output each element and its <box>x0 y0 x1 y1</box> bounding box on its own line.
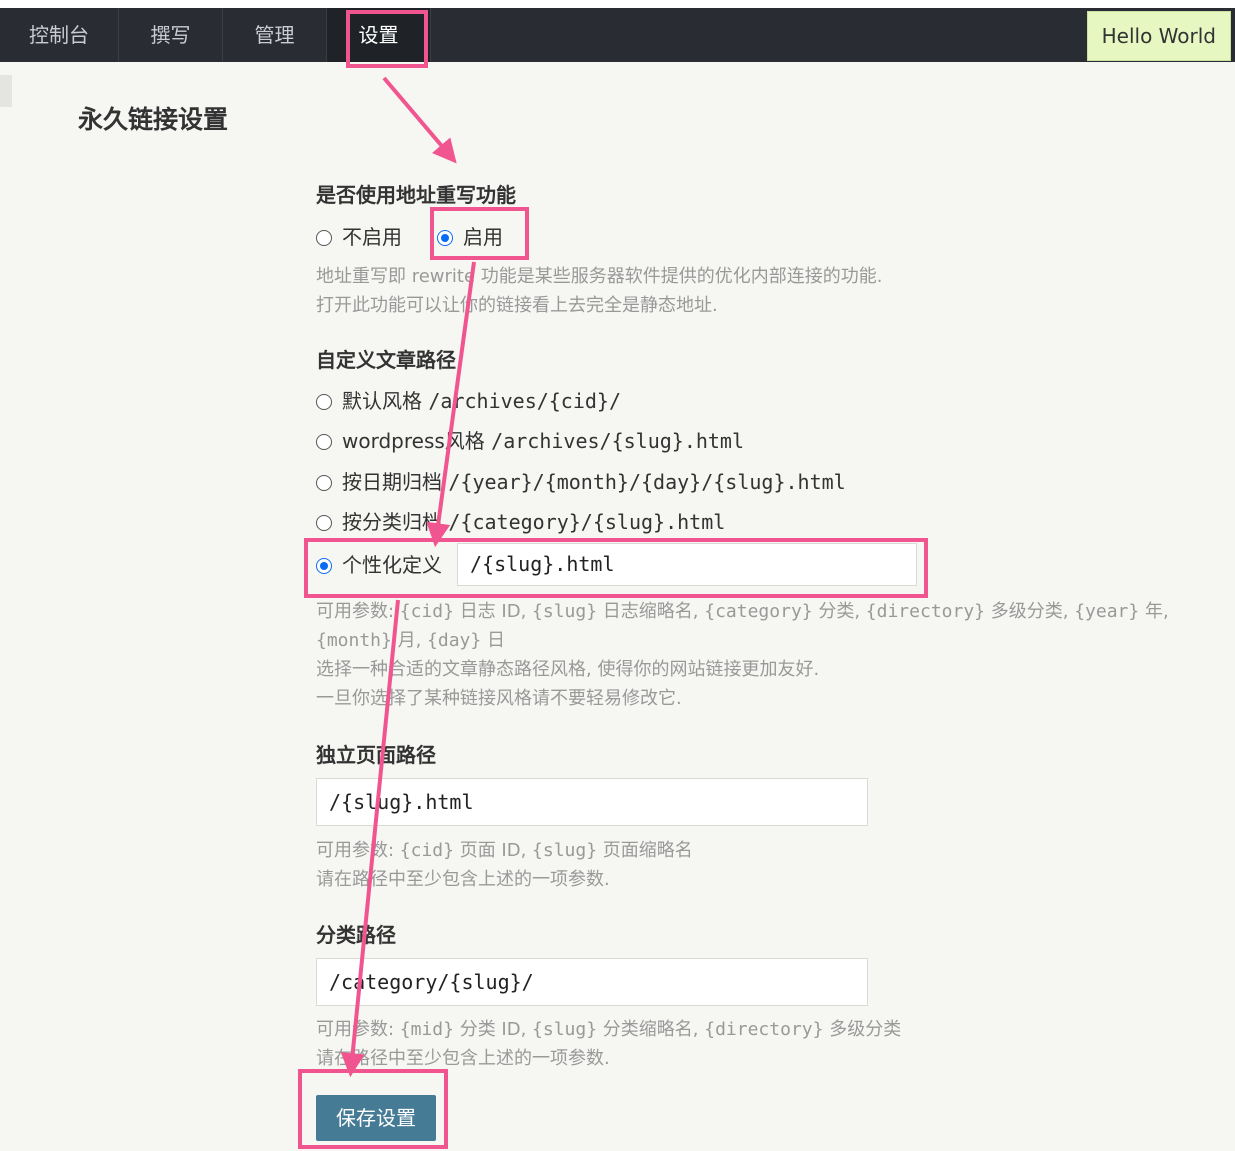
rewrite-desc-line1: 地址重写即 rewrite 功能是某些服务器软件提供的优化内部连接的功能. <box>316 266 883 287</box>
param-token: {cid} <box>399 601 454 622</box>
radio-unchecked-icon[interactable] <box>316 230 332 246</box>
desc-text: 分类缩略名, <box>597 1019 705 1040</box>
desc-text: 请在路径中至少包含上述的一项参数. <box>316 1048 610 1069</box>
desc-text: 可用参数: <box>316 601 400 622</box>
rewrite-disable-label: 不启用 <box>342 225 402 249</box>
desc-text: 日 <box>481 630 505 651</box>
category-path-input[interactable]: /category/{slug}/ <box>316 958 868 1006</box>
desc-text: 可用参数: <box>316 1019 400 1040</box>
nav-item-settings[interactable]: 设置 <box>327 8 431 62</box>
option-name: 默认风格 <box>342 389 422 413</box>
user-menu-button[interactable]: Hello World <box>1086 11 1231 61</box>
option-pattern: /archives/{cid}/ <box>428 389 622 413</box>
rewrite-label: 是否使用地址重写功能 <box>316 183 516 207</box>
param-token: {slug} <box>532 1019 598 1040</box>
desc-text: 多级分类 <box>823 1019 902 1040</box>
desc-text: 选择一种合适的文章静态路径风格, 使得你的网站链接更加友好. <box>316 659 820 680</box>
radio-unchecked-icon[interactable] <box>316 515 332 531</box>
post-path-label: 自定义文章路径 <box>316 348 456 372</box>
rewrite-desc-line2: 打开此功能可以让你的链接看上去完全是静态地址. <box>316 295 718 316</box>
param-token: {directory} <box>704 1019 824 1040</box>
option-pattern: /archives/{slug}.html <box>491 429 745 453</box>
post-path-option-wordpress[interactable]: wordpress风格 /archives/{slug}.html <box>316 426 744 456</box>
param-token: {slug} <box>532 601 598 622</box>
rewrite-disable-option[interactable]: 不启用 <box>316 222 402 252</box>
param-token: {directory} <box>865 601 986 622</box>
param-token: {day} <box>427 630 482 651</box>
desc-text: 日志缩略名, <box>597 601 705 622</box>
custom-post-path-input[interactable]: /{slug}.html <box>457 543 917 586</box>
post-path-description: 可用参数: {cid} 日志 ID, {slug} 日志缩略名, {catego… <box>316 597 1231 713</box>
desc-text: 可用参数: <box>316 840 400 861</box>
radio-unchecked-icon[interactable] <box>316 434 332 450</box>
post-path-option-category[interactable]: 按分类归档 /{category}/{slug}.html <box>316 507 725 537</box>
page-path-label: 独立页面路径 <box>316 743 436 767</box>
top-navbar: 控制台 撰写 管理 设置 Hello World <box>0 8 1235 62</box>
param-token: {mid} <box>399 1019 454 1040</box>
param-token: {category} <box>704 601 813 622</box>
param-token: {year} <box>1074 601 1140 622</box>
desc-text: 分类 ID, <box>453 1019 533 1040</box>
radio-checked-icon[interactable] <box>437 230 453 246</box>
desc-text: 分类, <box>812 601 866 622</box>
page-title: 永久链接设置 <box>78 105 229 134</box>
desc-text: 页面 ID, <box>453 840 533 861</box>
radio-unchecked-icon[interactable] <box>316 394 332 410</box>
param-token: {month} <box>316 630 392 651</box>
top-strip <box>0 0 1235 8</box>
desc-text: 多级分类, <box>985 601 1075 622</box>
nav-item-manage[interactable]: 管理 <box>223 8 327 62</box>
option-pattern: /{year}/{month}/{day}/{slug}.html <box>448 470 846 494</box>
desc-text: 日志 ID, <box>453 601 533 622</box>
option-name: 个性化定义 <box>342 553 442 577</box>
nav-item-dashboard[interactable]: 控制台 <box>0 8 119 62</box>
category-path-label: 分类路径 <box>316 923 396 947</box>
desc-text: 请在路径中至少包含上述的一项参数. <box>316 869 610 890</box>
category-path-description: 可用参数: {mid} 分类 ID, {slug} 分类缩略名, {direct… <box>316 1015 901 1073</box>
radio-checked-icon[interactable] <box>316 558 332 574</box>
side-tab <box>0 75 12 107</box>
radio-unchecked-icon[interactable] <box>316 475 332 491</box>
option-name: 按日期归档 <box>342 470 442 494</box>
post-path-option-date[interactable]: 按日期归档 /{year}/{month}/{day}/{slug}.html <box>316 467 846 497</box>
save-settings-button[interactable]: 保存设置 <box>316 1095 436 1141</box>
arrow-to-enable <box>382 76 457 164</box>
desc-text: 年, <box>1139 601 1169 622</box>
post-path-option-default[interactable]: 默认风格 /archives/{cid}/ <box>316 386 621 416</box>
param-token: {slug} <box>532 840 598 861</box>
page-path-input[interactable]: /{slug}.html <box>316 778 868 826</box>
option-pattern: /{category}/{slug}.html <box>448 510 726 534</box>
desc-text: 一旦你选择了某种链接风格请不要轻易修改它. <box>316 688 682 709</box>
option-name: 按分类归档 <box>342 510 442 534</box>
post-path-option-custom[interactable]: 个性化定义 <box>316 550 442 580</box>
desc-text: 月, <box>391 630 428 651</box>
nav-item-write[interactable]: 撰写 <box>119 8 223 62</box>
page-path-description: 可用参数: {cid} 页面 ID, {slug} 页面缩略名 请在路径中至少包… <box>316 836 693 894</box>
desc-text: 页面缩略名 <box>597 840 693 861</box>
rewrite-enable-label: 启用 <box>463 225 503 249</box>
option-name: wordpress风格 <box>342 429 485 453</box>
rewrite-description: 地址重写即 rewrite 功能是某些服务器软件提供的优化内部连接的功能. 打开… <box>316 262 883 320</box>
rewrite-enable-option[interactable]: 启用 <box>437 222 503 252</box>
param-token: {cid} <box>399 840 454 861</box>
